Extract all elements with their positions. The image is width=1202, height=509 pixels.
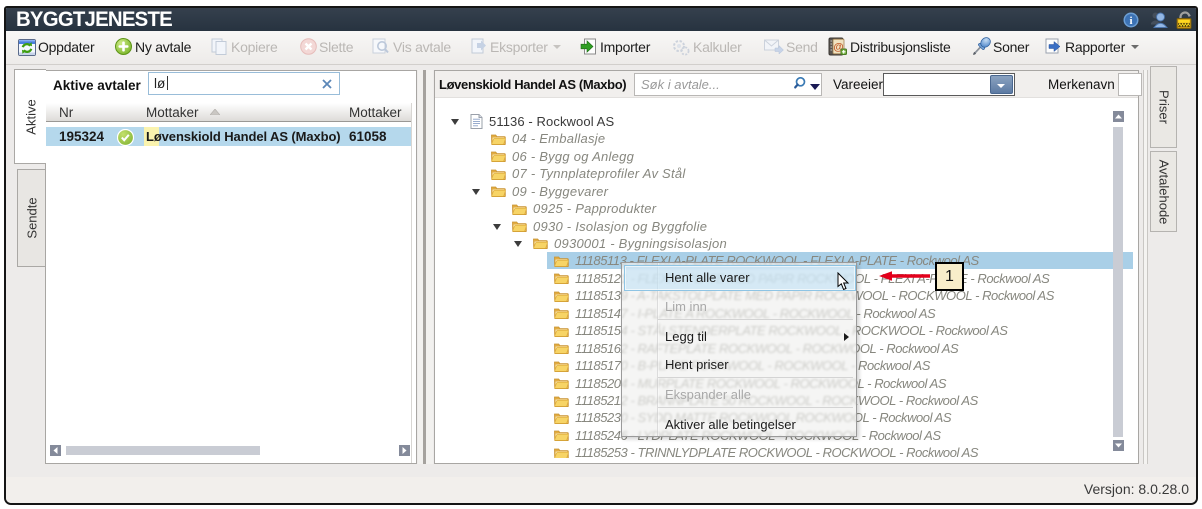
svg-text:i: i: [1129, 15, 1132, 27]
